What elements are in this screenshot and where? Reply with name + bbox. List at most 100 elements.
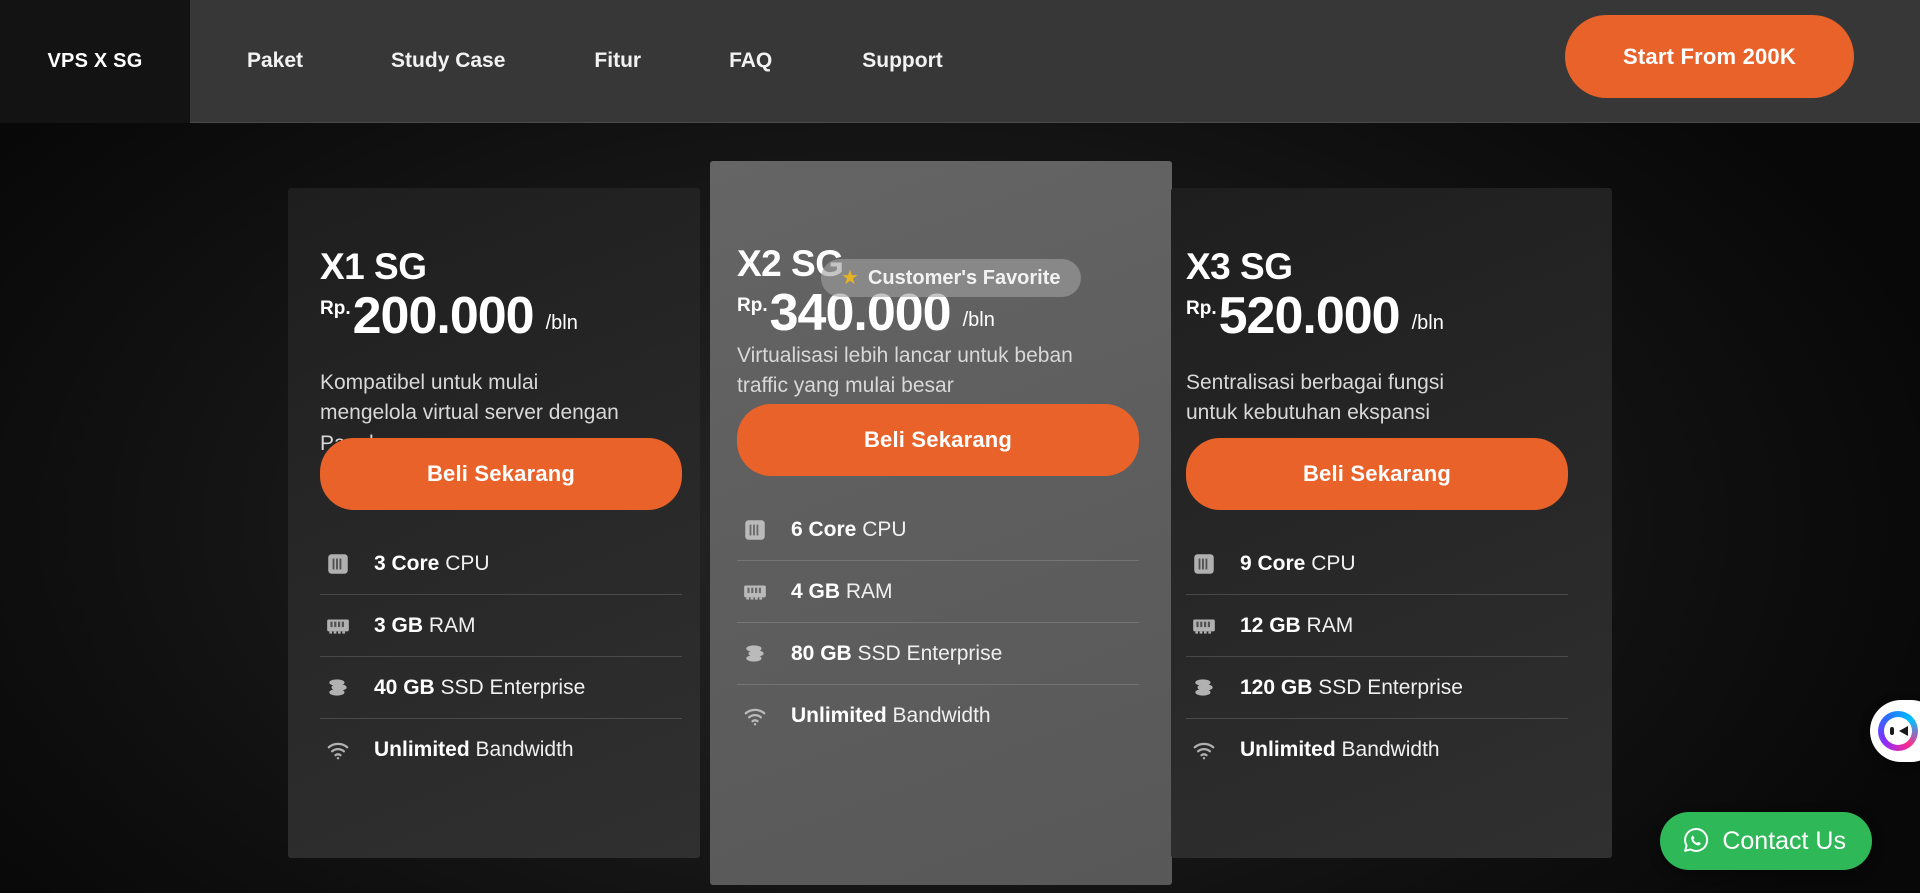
price-currency: Rp. xyxy=(1186,298,1217,319)
feature-item-ram: 3 GB RAM xyxy=(320,595,682,657)
feature-list: 6 Core CPU 4 GB RAM 80 GB SSD Enterprise xyxy=(737,499,1139,747)
price-period: /bln xyxy=(545,312,578,335)
feature-unit: Bandwidth xyxy=(475,738,574,761)
feature-value: Unlimited xyxy=(791,704,887,727)
contact-us-label: Contact Us xyxy=(1722,826,1846,855)
nav-links: Paket Study Case Fitur FAQ Support xyxy=(190,0,943,123)
plan-price: Rp. 520.000 /bln xyxy=(1186,287,1444,345)
plan-description: Virtualisasi lebih lancar untuk beban tr… xyxy=(737,344,1073,398)
nav-link-fitur[interactable]: Fitur xyxy=(594,39,641,83)
price-period: /bln xyxy=(962,309,995,332)
nav-link-faq[interactable]: FAQ xyxy=(729,39,772,83)
feature-label: 3 Core CPU xyxy=(374,552,490,576)
cpu-icon xyxy=(324,550,352,578)
pricing-card-x3-sg: X3 SG Rp. 520.000 /bln Sentralisasi berb… xyxy=(1171,188,1612,858)
storage-icon xyxy=(1190,674,1218,702)
nav-link-support[interactable]: Support xyxy=(862,39,942,83)
feature-unit: CPU xyxy=(445,551,490,575)
ram-icon xyxy=(741,578,769,606)
feature-item-cpu: 9 Core CPU xyxy=(1186,533,1568,595)
customers-favorite-label: Customer's Favorite xyxy=(867,266,1061,289)
buy-now-button[interactable]: Beli Sekarang xyxy=(1186,438,1568,510)
nav-brand-label: VPS X SG xyxy=(47,49,143,72)
price-period: /bln xyxy=(1411,312,1444,335)
feature-label: 120 GB SSD Enterprise xyxy=(1240,676,1463,700)
feature-label: Unlimited Bandwidth xyxy=(374,738,574,762)
cpu-icon xyxy=(741,516,769,544)
feature-value: Unlimited xyxy=(1240,738,1336,761)
price-currency: Rp. xyxy=(737,295,768,316)
feature-value: 3 GB xyxy=(374,613,424,637)
feature-unit: SSD Enterprise xyxy=(440,675,586,699)
feature-value: 12 GB xyxy=(1240,613,1301,637)
plan-description: Sentralisasi berbagai fungsi untuk kebut… xyxy=(1186,371,1444,425)
ram-icon xyxy=(324,612,352,640)
feature-item-bandwidth: Unlimited Bandwidth xyxy=(737,685,1139,747)
feature-item-ram: 12 GB RAM xyxy=(1186,595,1568,657)
price-currency: Rp. xyxy=(320,298,351,319)
feature-value: Unlimited xyxy=(374,738,470,761)
feature-unit: SSD Enterprise xyxy=(1318,675,1463,699)
feature-value: 9 Core xyxy=(1240,551,1306,575)
feature-label: Unlimited Bandwidth xyxy=(791,704,991,728)
buy-now-button[interactable]: Beli Sekarang xyxy=(737,404,1139,476)
storage-icon xyxy=(741,640,769,668)
feature-list: 3 Core CPU 3 GB RAM 40 GB SSD Enterprise xyxy=(320,533,682,781)
feature-item-ram: 4 GB RAM xyxy=(737,561,1139,623)
nav-link-paket[interactable]: Paket xyxy=(247,39,303,83)
pricing-card-x1-sg: X1 SG Rp. 200.000 /bln Kompatibel untuk … xyxy=(288,188,700,858)
star-icon: ★ xyxy=(841,267,859,289)
buy-now-button[interactable]: Beli Sekarang xyxy=(320,438,682,510)
feature-value: 80 GB xyxy=(791,641,852,665)
feature-item-cpu: 3 Core CPU xyxy=(320,533,682,595)
plan-price: Rp. 200.000 /bln xyxy=(320,287,578,345)
feature-value: 6 Core xyxy=(791,517,857,541)
contact-us-button[interactable]: Contact Us xyxy=(1660,812,1872,870)
feature-item-cpu: 6 Core CPU xyxy=(737,499,1139,561)
feature-item-storage: 40 GB SSD Enterprise xyxy=(320,657,682,719)
feature-label: 6 Core CPU xyxy=(791,518,907,542)
feature-item-bandwidth: Unlimited Bandwidth xyxy=(1186,719,1568,781)
feature-value: 120 GB xyxy=(1240,675,1313,699)
feature-label: 80 GB SSD Enterprise xyxy=(791,642,1002,666)
feature-unit: RAM xyxy=(428,613,476,637)
chat-avatar-icon xyxy=(1878,711,1918,751)
nav-brand-vps-x-sg[interactable]: VPS X SG xyxy=(0,0,190,123)
chat-face-icon xyxy=(1884,717,1912,745)
nav-link-study-case[interactable]: Study Case xyxy=(391,39,505,83)
feature-label: Unlimited Bandwidth xyxy=(1240,738,1440,762)
storage-icon xyxy=(324,674,352,702)
customers-favorite-badge: ★ Customer's Favorite xyxy=(821,259,1081,297)
start-from-button[interactable]: Start From 200K xyxy=(1565,15,1854,98)
feature-unit: Bandwidth xyxy=(892,704,991,727)
price-amount: 200.000 xyxy=(352,287,535,345)
feature-value: 40 GB xyxy=(374,675,435,699)
whatsapp-icon xyxy=(1682,826,1710,857)
top-navbar: VPS X SG Paket Study Case Fitur FAQ Supp… xyxy=(0,0,1920,123)
ram-icon xyxy=(1190,612,1218,640)
bandwidth-icon xyxy=(1190,736,1218,764)
feature-label: 12 GB RAM xyxy=(1240,614,1353,638)
price-amount: 520.000 xyxy=(1218,287,1401,345)
feature-label: 3 GB RAM xyxy=(374,614,476,638)
feature-value: 4 GB xyxy=(791,579,841,603)
feature-label: 4 GB RAM xyxy=(791,580,893,604)
feature-unit: CPU xyxy=(862,517,907,541)
plan-name: X3 SG xyxy=(1186,246,1293,287)
cpu-icon xyxy=(1190,550,1218,578)
feature-value: 3 Core xyxy=(374,551,440,575)
feature-unit: SSD Enterprise xyxy=(857,641,1003,665)
pricing-section: ★ Customer's Favorite X1 SG Rp. 200.000 … xyxy=(0,123,1920,893)
feature-item-bandwidth: Unlimited Bandwidth xyxy=(320,719,682,781)
feature-list: 9 Core CPU 12 GB RAM 120 GB SSD Enterpri… xyxy=(1186,533,1568,781)
feature-unit: RAM xyxy=(845,579,893,603)
feature-unit: CPU xyxy=(1311,551,1356,575)
feature-item-storage: 120 GB SSD Enterprise xyxy=(1186,657,1568,719)
bandwidth-icon xyxy=(324,736,352,764)
feature-label: 40 GB SSD Enterprise xyxy=(374,676,585,700)
feature-item-storage: 80 GB SSD Enterprise xyxy=(737,623,1139,685)
bandwidth-icon xyxy=(741,702,769,730)
feature-unit: RAM xyxy=(1306,613,1354,637)
plan-name: X1 SG xyxy=(320,246,427,287)
feature-unit: Bandwidth xyxy=(1341,738,1440,761)
